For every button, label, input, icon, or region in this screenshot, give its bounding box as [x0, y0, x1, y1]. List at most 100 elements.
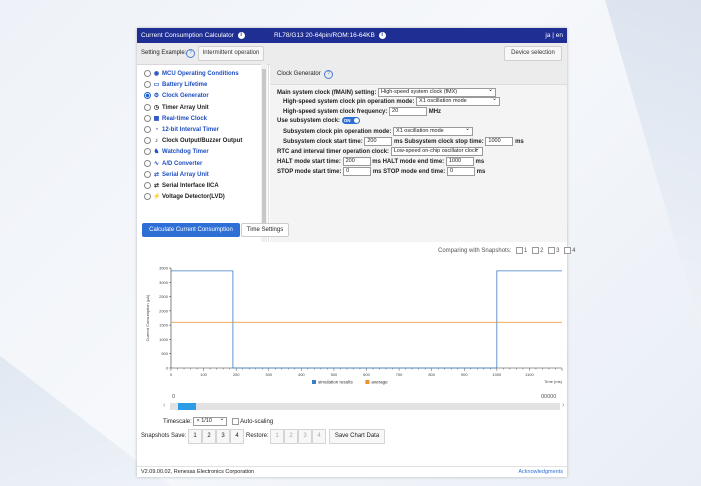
unit-label: ms: [475, 159, 485, 166]
menu-radio[interactable]: [144, 182, 151, 189]
scroll-left-icon[interactable]: ‹: [163, 402, 165, 409]
app-title: Current Consumption Calculator: [141, 32, 234, 40]
hs-pin-mode-label: High-speed system clock pin operation mo…: [283, 99, 415, 106]
use-subclock-toggle[interactable]: ON: [341, 117, 360, 124]
snapshot-save-button[interactable]: 3: [216, 429, 230, 444]
tab-calculate-current[interactable]: Calculate Current Consumption: [142, 223, 240, 237]
menu-radio[interactable]: [144, 159, 151, 167]
menu-radio[interactable]: [144, 148, 151, 156]
menu-item[interactable]: ◷ Timer Array Unit: [144, 103, 209, 113]
rtc-clock-select[interactable]: Low-speed on-chip oscillator clock: [390, 146, 483, 156]
menu-radio[interactable]: [144, 70, 151, 77]
menu-scrollbar-thumb[interactable]: [262, 69, 266, 229]
language-switch[interactable]: ja | en: [545, 32, 563, 39]
main-clock-select[interactable]: High-speed system clock (fMX): [378, 87, 497, 97]
main-clock-label: Main system clock (fMAIN) setting:: [277, 90, 377, 97]
voltage-icon: ⚡: [153, 194, 161, 201]
y-tick-label: 500: [161, 351, 168, 356]
tab-time-settings[interactable]: Time Settings: [241, 223, 289, 237]
rtc-clock-label: RTC and interval timer operation clock:: [277, 149, 390, 156]
intermittent-operation-button[interactable]: Intermittent operation: [198, 46, 264, 61]
timescale-select[interactable]: × 1/10: [193, 416, 228, 426]
snapshot-checkbox[interactable]: [516, 247, 524, 254]
serial-iica-icon: ⇄: [153, 183, 160, 190]
current-consumption-chart: 3500 3000 2500 2000 1500 1000 500 00 100 200 300 40…: [145, 266, 563, 385]
halt-end-label: HALT mode end time:: [382, 159, 445, 166]
snapshot-checkbox[interactable]: [532, 247, 540, 254]
menu-item-label: 12-bit Interval Timer: [162, 127, 219, 134]
menu-item[interactable]: ⇄ Serial Array Unit: [144, 170, 209, 180]
info-icon[interactable]: i: [378, 32, 386, 39]
sub-pin-mode-label: Subsystem clock pin operation mode:: [283, 129, 392, 136]
snapshot-save-button[interactable]: 2: [202, 429, 216, 444]
x-tick-label: 500: [331, 372, 338, 377]
halt-start-input[interactable]: 200: [342, 157, 371, 166]
x-tick-label: 400: [298, 372, 305, 377]
x-tick-label: 600: [363, 372, 370, 377]
sub-stop-input[interactable]: 1000: [485, 137, 514, 146]
menu-radio[interactable]: [144, 126, 151, 133]
stop-end-input[interactable]: 0: [446, 167, 475, 176]
acknowledgments-link[interactable]: Acknowledgments: [518, 469, 563, 475]
stop-start-input[interactable]: 0: [343, 167, 372, 176]
snapshot-restore-button[interactable]: 4: [312, 429, 326, 444]
menu-radio[interactable]: [144, 114, 151, 122]
menu-item[interactable]: ▭ Battery Lifetime: [144, 81, 207, 90]
help-icon[interactable]: ?: [324, 70, 333, 79]
legend-label: average: [371, 380, 388, 385]
snapshot-checkbox[interactable]: [548, 247, 556, 254]
snapshot-checkbox[interactable]: [564, 247, 572, 254]
save-chart-data-button[interactable]: Save Chart Data: [329, 429, 385, 444]
unit-label: ms: [476, 169, 486, 176]
x-tick-label: 200: [233, 372, 240, 377]
menu-scrollbar[interactable]: [261, 64, 267, 242]
menu-radio[interactable]: [144, 92, 151, 100]
scroll-right-icon[interactable]: ›: [562, 402, 564, 409]
snapshot-restore-button[interactable]: 2: [284, 429, 298, 444]
menu-item[interactable]: ◔ 12-bit Interval Timer: [144, 126, 219, 135]
x-tick-label: 900: [461, 372, 468, 377]
menu-item[interactable]: ∿ A/D Converter: [144, 159, 202, 169]
menu-radio[interactable]: [144, 81, 151, 89]
menu-item[interactable]: ▦ Real-time Clock: [144, 114, 207, 124]
menu-radio[interactable]: [144, 170, 151, 178]
sub-pin-mode-select[interactable]: X1 oscillation mode: [393, 126, 474, 136]
y-axis-label: Current Consumption (µA): [145, 294, 150, 341]
chip-icon: ◉: [153, 71, 160, 78]
menu-item-label: Voltage Detector(LVD): [162, 194, 225, 201]
menu-item[interactable]: ⚙ Clock Generator: [144, 92, 209, 101]
time-scroller[interactable]: [170, 403, 560, 410]
y-tick-label: 3000: [159, 280, 169, 285]
info-icon[interactable]: i: [237, 32, 245, 39]
device-selection-button[interactable]: Device selection: [504, 46, 562, 61]
menu-radio[interactable]: [144, 137, 151, 145]
menu-item-label: Timer Array Unit: [162, 104, 209, 111]
snapshot-checkbox-label: 1: [524, 248, 528, 255]
menu-radio[interactable]: [144, 193, 151, 201]
menu-item[interactable]: ⚡ Voltage Detector(LVD): [144, 193, 225, 202]
time-scroller-thumb[interactable]: [177, 403, 196, 410]
menu-item[interactable]: ◉ MCU Operating Conditions: [144, 70, 239, 79]
menu-radio[interactable]: [144, 103, 151, 111]
snapshot-save-button[interactable]: 1: [188, 429, 202, 444]
panel-header: Clock Generator ?: [270, 64, 567, 85]
unit-label: ms: [372, 159, 381, 166]
sub-start-input[interactable]: 200: [364, 137, 393, 146]
snapshot-restore-button[interactable]: 3: [298, 429, 312, 444]
snapshot-save-button[interactable]: 4: [230, 429, 244, 444]
snapshot-restore-button[interactable]: 1: [270, 429, 284, 444]
unit-label: ms: [372, 169, 382, 176]
menu-item[interactable]: ♞ Watchdog Timer: [144, 148, 209, 157]
help-icon[interactable]: ?: [186, 49, 195, 58]
menu-item[interactable]: ♪ Clock Output/Buzzer Output: [144, 137, 242, 146]
legend-swatch: [365, 380, 370, 384]
menu-item[interactable]: ⇄ Serial Interface IICA: [144, 182, 219, 191]
hs-freq-input[interactable]: 20: [389, 107, 428, 116]
hs-pin-mode-select[interactable]: X1 oscillation mode: [416, 96, 501, 106]
halt-end-input[interactable]: 1000: [445, 157, 474, 166]
autoscaling-checkbox[interactable]: [232, 418, 240, 425]
y-tick-label: 1500: [159, 323, 169, 328]
unit-label: ms: [394, 139, 403, 146]
menu-item-label: MCU Operating Conditions: [162, 71, 239, 78]
hs-freq-label: High-speed system clock frequency:: [283, 109, 388, 116]
